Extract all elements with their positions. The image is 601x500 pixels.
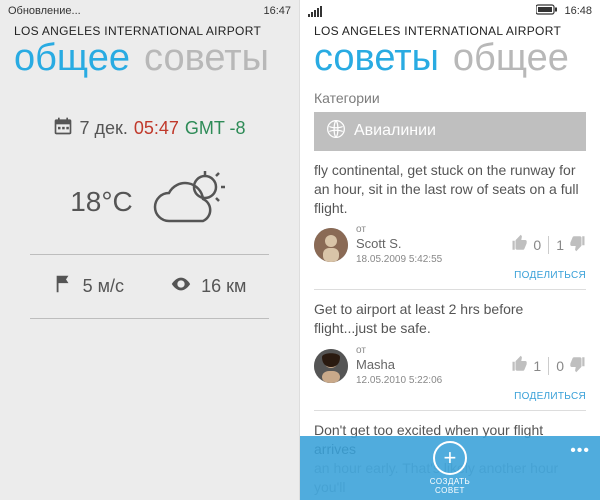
category-name: Авиалинии [354, 122, 436, 140]
downvote-count: 0 [556, 358, 564, 374]
tip-item: fly continental, get stuck on the runway… [314, 161, 586, 291]
more-button[interactable]: ••• [570, 442, 590, 460]
share-link[interactable]: ПОДЕЛИТЬСЯ [314, 389, 586, 411]
thumbs-up-icon[interactable] [511, 355, 529, 376]
wind-value: 5 м/с [83, 276, 124, 297]
visibility-item: 16 км [169, 273, 246, 300]
divider [30, 318, 269, 319]
tip-item: Get to airport at least 2 hrs before fli… [314, 300, 586, 411]
tab-tips[interactable]: советы [314, 38, 439, 80]
airline-icon [326, 119, 346, 144]
downvote-count: 1 [556, 237, 564, 253]
tip-meta: от Scott S. 18.05.2009 5:42:55 0 1 [314, 223, 586, 266]
screen-general: Обновление... 16:47 LOS ANGELES INTERNAT… [0, 0, 300, 500]
pivot-tabs: советы общее [300, 38, 600, 80]
thumbs-down-icon[interactable] [568, 234, 586, 255]
category-chip[interactable]: Авиалинии [314, 112, 586, 151]
status-bar: 16:48 [300, 0, 600, 22]
share-link[interactable]: ПОДЕЛИТЬСЯ [314, 268, 586, 290]
tip-meta: от Masha 12.05.2010 5:22:06 1 0 [314, 344, 586, 387]
tip-author: Scott S. [356, 236, 442, 253]
avatar [314, 228, 348, 262]
from-label: от [356, 344, 442, 357]
date-row: 7 дек. 05:47 GMT -8 [30, 116, 269, 141]
status-bar: Обновление... 16:47 [0, 0, 299, 22]
status-time: 16:47 [263, 5, 291, 17]
pivot-tabs: общее советы [0, 38, 299, 80]
tip-author: Masha [356, 357, 442, 374]
tip-date: 18.05.2009 5:42:55 [356, 253, 442, 266]
eye-icon [169, 273, 193, 300]
date-label: 7 дек. [79, 118, 127, 139]
from-label: от [356, 223, 442, 236]
vote-controls: 0 1 [511, 234, 586, 255]
upvote-count: 0 [533, 237, 541, 253]
divider [30, 254, 269, 255]
weather-icon [151, 169, 229, 236]
plus-icon: + [433, 441, 467, 475]
avatar [314, 349, 348, 383]
local-time: 05:47 [134, 118, 179, 139]
thumbs-up-icon[interactable] [511, 234, 529, 255]
flag-icon [53, 273, 75, 300]
create-tip-button[interactable]: + СОЗДАТЬ СОВЕТ [430, 441, 470, 496]
calendar-icon [53, 116, 73, 141]
tab-tips[interactable]: советы [144, 38, 269, 80]
categories-label: Категории [314, 90, 586, 106]
create-tip-label: СОЗДАТЬ СОВЕТ [430, 478, 470, 496]
page-title: LOS ANGELES INTERNATIONAL AIRPORT [300, 22, 600, 38]
tab-general[interactable]: общее [14, 38, 130, 80]
tab-general[interactable]: общее [453, 38, 569, 80]
tip-text: Get to airport at least 2 hrs before fli… [314, 300, 586, 338]
wind-item: 5 м/с [53, 273, 124, 300]
vote-controls: 1 0 [511, 355, 586, 376]
temperature-value: 18°C [70, 186, 133, 218]
app-bar: + СОЗДАТЬ СОВЕТ ••• [300, 436, 600, 500]
wind-visibility-row: 5 м/с 16 км [30, 273, 269, 300]
page-title: LOS ANGELES INTERNATIONAL AIRPORT [0, 22, 299, 38]
status-text: Обновление... [8, 5, 81, 17]
thumbs-down-icon[interactable] [568, 355, 586, 376]
general-content: 7 дек. 05:47 GMT -8 18°C [0, 80, 299, 319]
battery-icon [536, 4, 558, 18]
status-time: 16:48 [564, 5, 592, 17]
gmt-offset: GMT -8 [185, 118, 246, 139]
signal-icon [308, 6, 322, 17]
tip-date: 12.05.2010 5:22:06 [356, 374, 442, 387]
temperature-row: 18°C [30, 169, 269, 236]
upvote-count: 1 [533, 358, 541, 374]
screen-tips: 16:48 LOS ANGELES INTERNATIONAL AIRPORT … [300, 0, 600, 500]
visibility-value: 16 км [201, 276, 246, 297]
tip-text: fly continental, get stuck on the runway… [314, 161, 586, 218]
